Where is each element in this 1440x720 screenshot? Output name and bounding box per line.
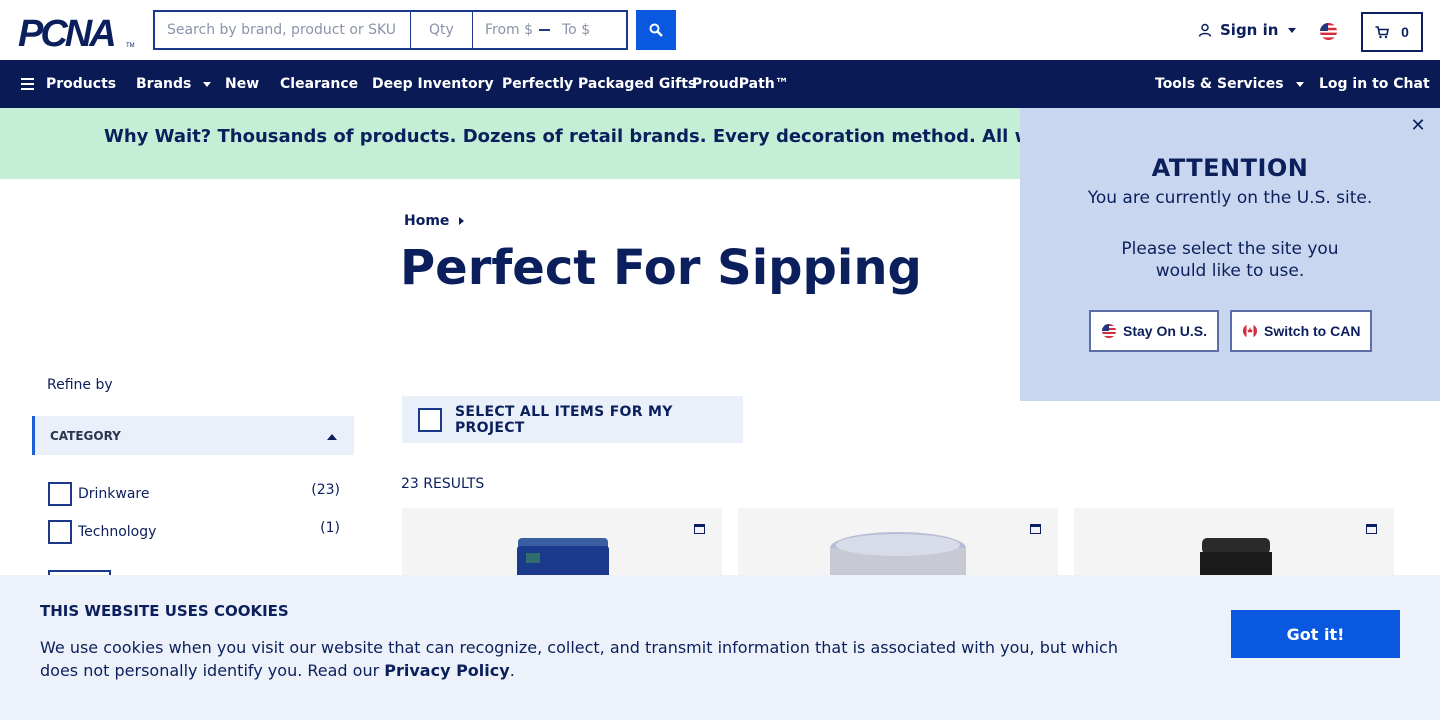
price-range	[473, 10, 628, 50]
save-to-project-icon[interactable]	[1030, 524, 1041, 534]
chevron-right-icon	[459, 217, 465, 225]
price-to-input[interactable]	[562, 22, 614, 38]
site-selector-panel: ✕ ATTENTION You are currently on the U.S…	[1020, 108, 1440, 401]
category-header-label: CATEGORY	[50, 428, 121, 443]
select-all-checkbox[interactable]	[418, 407, 442, 432]
promo-text[interactable]: Why Wait? Thousands of products. Dozens …	[104, 126, 1175, 147]
main-nav: Products Brands New Clearance Deep Inven…	[0, 60, 1440, 108]
nav-gifts[interactable]: Perfectly Packaged Gifts	[502, 60, 696, 108]
facet-item[interactable]: Technology (1)	[48, 520, 340, 544]
breadcrumb-home[interactable]: Home	[404, 213, 449, 229]
sign-in-label: Sign in	[1220, 21, 1279, 39]
nav-log-in-to-chat[interactable]: Log in to Chat	[1319, 60, 1430, 108]
pcna-logo-mark: PCNA TM	[18, 16, 135, 48]
nav-products-label: Products	[46, 76, 117, 92]
facet-count: (1)	[320, 520, 340, 536]
cookie-text: We use cookies when you visit our websit…	[40, 636, 1150, 682]
save-to-project-icon[interactable]	[1366, 524, 1377, 534]
got-it-button[interactable]: Got it!	[1231, 610, 1400, 658]
range-dash	[539, 29, 550, 31]
nav-products[interactable]: Products	[21, 60, 116, 108]
canada-flag-icon	[1243, 324, 1257, 338]
nav-tools-label: Tools & Services	[1155, 76, 1284, 92]
select-all-label: SELECT ALL ITEMS FOR MY PROJECT	[455, 403, 673, 436]
facet-checkbox[interactable]	[48, 520, 72, 544]
facet-name: Technology	[78, 524, 157, 540]
cart-icon	[1375, 25, 1390, 38]
svg-text:TM: TM	[126, 43, 135, 48]
save-to-project-icon[interactable]	[694, 524, 705, 534]
hamburger-icon	[21, 78, 34, 90]
facet-checkbox[interactable]	[48, 482, 72, 506]
switch-to-can-label: Switch to CAN	[1264, 323, 1361, 339]
facet-name: Drinkware	[78, 486, 150, 502]
price-from-input[interactable]	[485, 22, 537, 38]
nav-tools-services[interactable]: Tools & Services	[1155, 60, 1304, 108]
us-flag-icon[interactable]	[1320, 23, 1337, 40]
close-icon[interactable]: ✕	[1408, 116, 1428, 136]
search-button[interactable]	[636, 10, 676, 50]
cookie-message: We use cookies when you visit our websit…	[40, 638, 1118, 680]
facet-count: (23)	[311, 482, 340, 498]
search-input[interactable]	[153, 10, 411, 50]
nav-clearance[interactable]: Clearance	[280, 60, 358, 108]
search-icon	[649, 23, 663, 37]
nav-proudpath[interactable]: ProudPath™	[692, 60, 789, 108]
facet-item[interactable]: Drinkware (23)	[48, 482, 340, 506]
chevron-down-icon	[1295, 81, 1304, 87]
pcna-logo[interactable]: PCNA TM	[18, 15, 136, 49]
attention-message: You are currently on the U.S. site.	[1087, 188, 1373, 208]
stay-on-us-label: Stay On U.S.	[1123, 323, 1208, 339]
search-bar	[153, 10, 628, 50]
qty-input[interactable]	[411, 10, 473, 50]
select-all-items[interactable]: SELECT ALL ITEMS FOR MY PROJECT	[402, 396, 743, 443]
cookie-period: .	[509, 661, 515, 680]
cart-count: 0	[1401, 24, 1409, 40]
cookie-title: THIS WEBSITE USES COOKIES	[40, 602, 289, 620]
nav-deep-inventory[interactable]: Deep Inventory	[372, 60, 494, 108]
chevron-down-icon	[1288, 27, 1297, 33]
sign-in-menu[interactable]: Sign in	[1198, 21, 1297, 39]
stay-on-us-button[interactable]: Stay On U.S.	[1089, 310, 1220, 352]
attention-title: ATTENTION	[1151, 154, 1309, 182]
category-facet-header[interactable]: CATEGORY	[32, 416, 354, 455]
us-flag-icon	[1102, 324, 1116, 338]
cookie-banner: THIS WEBSITE USES COOKIES We use cookies…	[0, 575, 1440, 720]
nav-new[interactable]: New	[225, 60, 259, 108]
attention-prompt: Please select the site you would like to…	[1121, 239, 1339, 281]
user-icon	[1198, 23, 1212, 37]
switch-to-can-button[interactable]: Switch to CAN	[1230, 310, 1373, 352]
breadcrumb: Home	[404, 213, 465, 229]
refine-by-label: Refine by	[47, 377, 113, 393]
nav-brands-label: Brands	[136, 76, 192, 92]
results-count: 23 RESULTS	[401, 476, 485, 492]
svg-text:PCNA: PCNA	[18, 16, 114, 48]
page-title: Perfect For Sipping	[400, 240, 922, 296]
chevron-up-icon	[327, 434, 337, 440]
nav-brands[interactable]: Brands	[136, 60, 212, 108]
privacy-policy-link[interactable]: Privacy Policy	[384, 661, 509, 680]
site-header: PCNA TM Sign in	[0, 0, 1440, 60]
chevron-down-icon	[203, 81, 212, 87]
cart-button[interactable]: 0	[1361, 12, 1423, 52]
